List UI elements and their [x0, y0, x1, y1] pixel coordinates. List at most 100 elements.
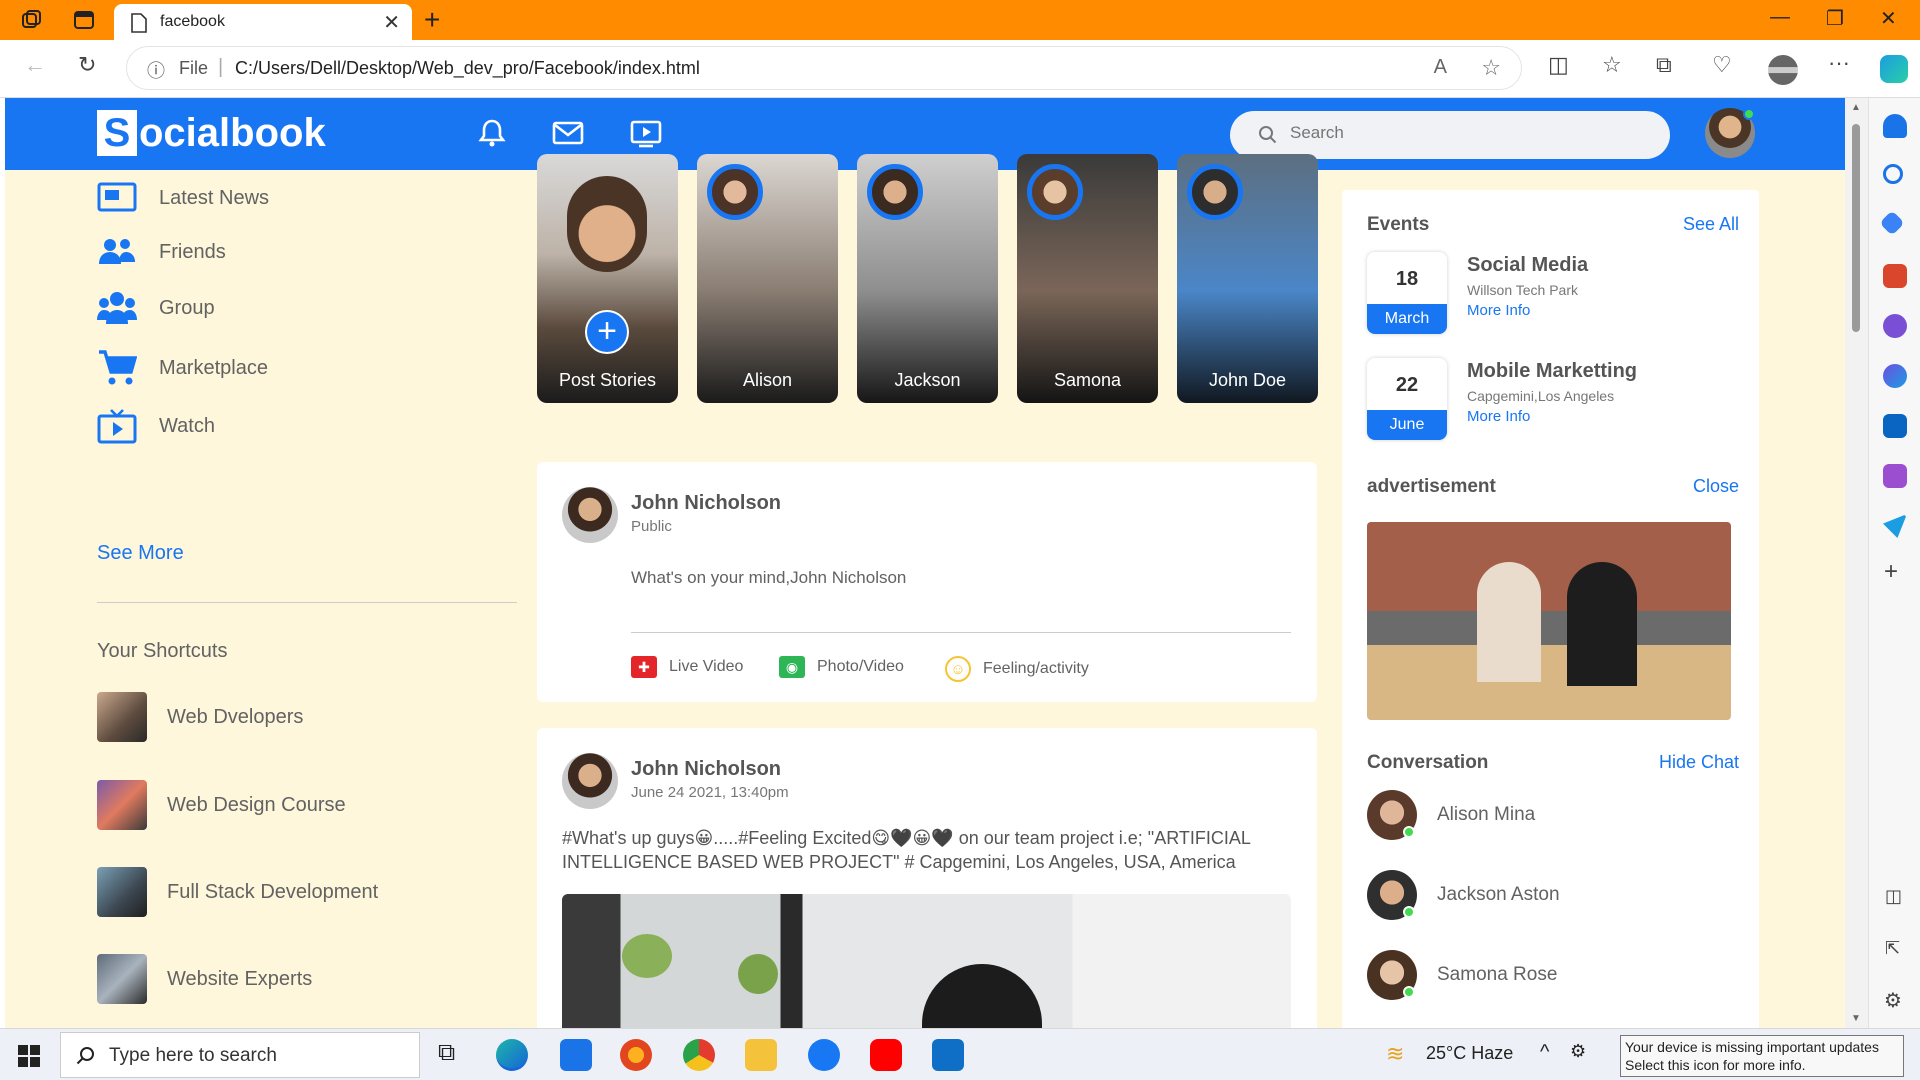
post-privacy[interactable]: Public: [631, 518, 672, 535]
profile-avatar[interactable]: [1768, 55, 1798, 85]
m365-sidebar-icon[interactable]: [1883, 364, 1907, 388]
weather-text[interactable]: 25°C Haze: [1426, 1043, 1513, 1064]
sidebar-settings-icon[interactable]: ⚙: [1884, 988, 1902, 1013]
post-user-name[interactable]: John Nicholson: [631, 492, 781, 515]
copilot-icon[interactable]: [1880, 55, 1908, 83]
sidebar-item-marketplace[interactable]: Marketplace: [97, 348, 268, 388]
shortcut-item[interactable]: Web Design Course: [97, 780, 346, 830]
post-image[interactable]: [562, 894, 1291, 1028]
favorite-star-icon[interactable]: ☆: [1481, 55, 1501, 81]
add-story-icon[interactable]: +: [585, 310, 629, 354]
story-card[interactable]: Jackson: [857, 154, 998, 403]
user-avatar[interactable]: [1705, 108, 1755, 158]
story-card[interactable]: John Doe: [1177, 154, 1318, 403]
sidebar-item-latest-news[interactable]: Latest News: [97, 178, 269, 218]
notifications-sidebar-icon[interactable]: [1883, 114, 1907, 138]
read-aloud-icon[interactable]: A: [1434, 56, 1447, 79]
firefox-taskbar-icon[interactable]: [620, 1039, 652, 1071]
inbox-icon[interactable]: [551, 116, 585, 150]
more-menu-icon[interactable]: ···: [1828, 50, 1850, 76]
shopping-sidebar-icon[interactable]: [1879, 210, 1905, 236]
chrome-taskbar-icon[interactable]: [683, 1039, 715, 1071]
split-screen-icon[interactable]: ◫: [1548, 52, 1569, 78]
ad-close-link[interactable]: Close: [1693, 476, 1739, 497]
page-scrollbar[interactable]: ▲ ▼: [1845, 98, 1868, 1028]
new-tab-icon[interactable]: +: [424, 4, 440, 36]
tray-expand-icon[interactable]: ^: [1540, 1041, 1549, 1064]
search-sidebar-icon[interactable]: [1883, 164, 1903, 184]
search-box[interactable]: [1230, 111, 1670, 159]
youtube-taskbar-icon[interactable]: [870, 1039, 902, 1071]
event-more-info-link[interactable]: More Info: [1467, 408, 1530, 425]
photo-video-button[interactable]: ◉ Photo/Video: [779, 656, 904, 678]
event-more-info-link[interactable]: More Info: [1467, 302, 1530, 319]
external-open-icon[interactable]: ⇱: [1885, 938, 1900, 959]
file-explorer-taskbar-icon[interactable]: [745, 1039, 777, 1071]
live-video-button[interactable]: ✚ Live Video: [631, 656, 743, 678]
favorites-icon[interactable]: ☆: [1602, 52, 1622, 78]
advertisement-image[interactable]: [1367, 522, 1731, 720]
video-icon[interactable]: [629, 116, 663, 150]
tab-close-icon[interactable]: ✕: [383, 10, 400, 35]
sidebar-divider: [97, 602, 517, 603]
scroll-down-icon[interactable]: ▼: [1851, 1013, 1861, 1024]
shortcut-item[interactable]: Website Experts: [97, 954, 312, 1004]
outlook-sidebar-icon[interactable]: [1883, 414, 1907, 438]
facebook-taskbar-icon[interactable]: [808, 1039, 840, 1071]
taskbar-search[interactable]: Type here to search: [60, 1032, 420, 1078]
shortcut-item[interactable]: Web Dvelopers: [97, 692, 303, 742]
conversation-item[interactable]: Samona Rose: [1367, 950, 1557, 1000]
post-user-avatar[interactable]: [562, 753, 618, 809]
see-more-link[interactable]: See More: [97, 542, 184, 565]
hide-chat-link[interactable]: Hide Chat: [1659, 752, 1739, 773]
event-day: 22: [1395, 374, 1419, 396]
scroll-up-icon[interactable]: ▲: [1851, 102, 1861, 113]
workspaces-icon[interactable]: [20, 8, 44, 32]
sidebar-item-group[interactable]: Group: [97, 288, 215, 328]
post-user-name[interactable]: John Nicholson: [631, 758, 781, 781]
address-bar[interactable]: ⓘ File | C:/Users/Dell/Desktop/Web_dev_p…: [126, 46, 1522, 90]
window-close-icon[interactable]: ✕: [1880, 6, 1897, 31]
weather-icon[interactable]: ≋: [1386, 1041, 1404, 1067]
post-user-avatar[interactable]: [562, 487, 618, 543]
browser-essentials-icon[interactable]: ♡: [1712, 52, 1732, 78]
feeling-activity-button[interactable]: ☺ Feeling/activity: [945, 656, 1089, 682]
story-card[interactable]: Alison: [697, 154, 838, 403]
shortcut-item[interactable]: Full Stack Development: [97, 867, 378, 917]
story-card[interactable]: Samona: [1017, 154, 1158, 403]
edge-taskbar-icon[interactable]: [496, 1039, 528, 1071]
post-input-placeholder[interactable]: What's on your mind,John Nicholson: [631, 568, 906, 588]
conversation-item[interactable]: Jackson Aston: [1367, 870, 1560, 920]
hide-sidebar-icon[interactable]: ◫: [1885, 886, 1902, 907]
refresh-icon[interactable]: ↻: [78, 52, 96, 78]
conversation-item[interactable]: Alison Mina: [1367, 790, 1535, 840]
task-view-icon[interactable]: ⧉: [438, 1039, 455, 1067]
send-sidebar-icon[interactable]: [1883, 514, 1907, 538]
scrollbar-thumb[interactable]: [1852, 124, 1860, 332]
address-url[interactable]: C:/Users/Dell/Desktop/Web_dev_pro/Facebo…: [235, 58, 700, 79]
restore-icon[interactable]: ❐: [1826, 6, 1844, 31]
search-input[interactable]: [1290, 123, 1650, 143]
designer-sidebar-icon[interactable]: [1883, 464, 1907, 488]
group-icon: [97, 291, 137, 325]
info-icon[interactable]: ⓘ: [147, 57, 165, 83]
browser-tab[interactable]: facebook ✕: [114, 4, 412, 40]
add-sidebar-icon[interactable]: +: [1884, 558, 1898, 586]
notification-bell-icon[interactable]: [475, 116, 509, 150]
story-card-post[interactable]: + Post Stories: [537, 154, 678, 403]
action-label: Feeling/activity: [983, 660, 1089, 677]
see-all-link[interactable]: See All: [1683, 214, 1739, 235]
collections-icon[interactable]: ⧉: [1656, 52, 1672, 78]
tools-sidebar-icon[interactable]: [1883, 264, 1907, 288]
sidebar-item-watch[interactable]: Watch: [97, 406, 215, 446]
windows-start-icon[interactable]: [18, 1045, 40, 1067]
logo[interactable]: S ocialbook: [97, 110, 326, 156]
mail-taskbar-icon[interactable]: [560, 1039, 592, 1071]
games-sidebar-icon[interactable]: [1883, 314, 1907, 338]
back-icon[interactable]: ←: [24, 52, 46, 78]
minimize-icon[interactable]: —: [1770, 6, 1790, 29]
tab-actions-icon[interactable]: [72, 8, 96, 32]
update-warning-icon[interactable]: ⚙: [1570, 1041, 1586, 1062]
vscode-taskbar-icon[interactable]: [932, 1039, 964, 1071]
sidebar-item-friends[interactable]: Friends: [97, 232, 226, 272]
